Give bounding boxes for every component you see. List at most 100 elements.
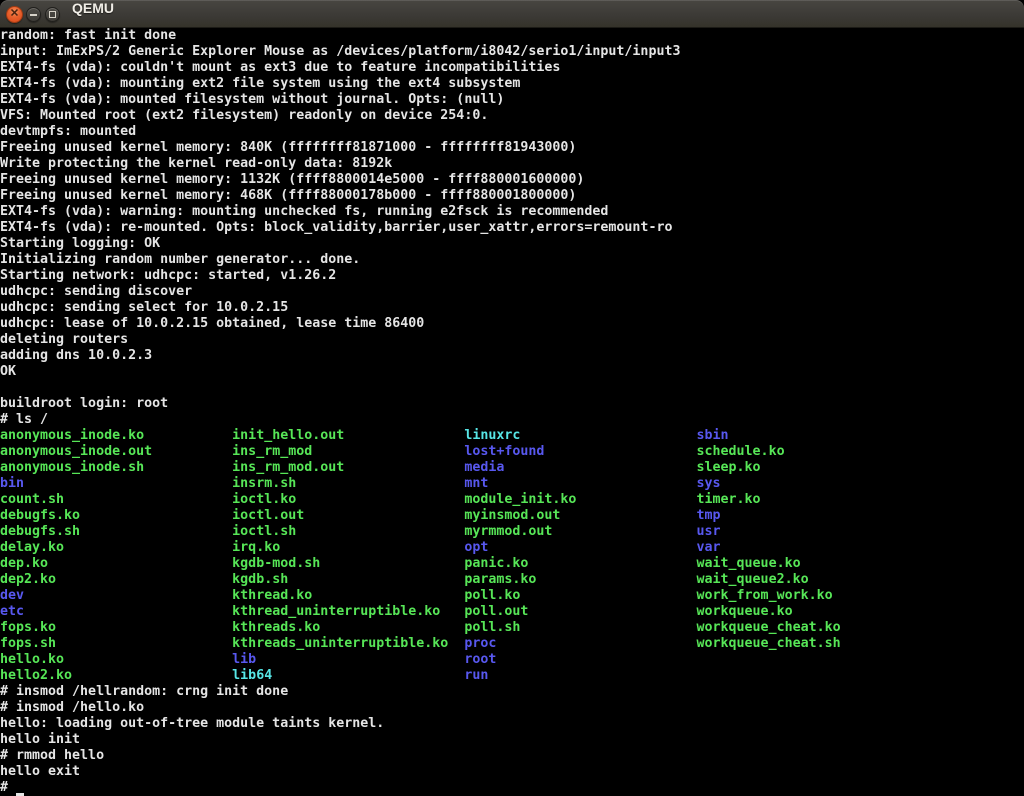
terminal-line: anonymous_inode.ko init_hello.out linuxr… xyxy=(0,428,1024,444)
terminal-text: Freeing unused kernel memory: 468K (ffff… xyxy=(0,188,576,203)
terminal-line: adding dns 10.0.2.3 xyxy=(0,348,1024,364)
file-entry: kthread_uninterruptible.ko xyxy=(232,604,464,619)
terminal-line: Freeing unused kernel memory: 840K (ffff… xyxy=(0,140,1024,156)
file-entry: params.ko xyxy=(464,572,696,587)
file-entry: fops.sh xyxy=(0,636,232,651)
file-entry: module_init.ko xyxy=(464,492,696,507)
terminal-line: fops.sh kthreads_uninterruptible.ko proc… xyxy=(0,636,1024,652)
terminal-line: debugfs.ko ioctl.out myinsmod.out tmp xyxy=(0,508,1024,524)
terminal-text: hello exit xyxy=(0,764,80,779)
terminal-line: Starting network: udhcpc: started, v1.26… xyxy=(0,268,1024,284)
file-entry: lib64 xyxy=(232,668,464,683)
terminal-text: # ls / xyxy=(0,412,48,427)
terminal-cursor xyxy=(16,781,24,796)
terminal-text: udhcpc: sending discover xyxy=(0,284,192,299)
window-title: QEMU xyxy=(72,0,114,28)
file-entry: poll.ko xyxy=(464,588,696,603)
file-entry: schedule.ko xyxy=(697,444,785,459)
file-entry: workqueue_cheat.sh xyxy=(697,636,841,651)
file-entry: debugfs.ko xyxy=(0,508,232,523)
file-entry: wait_queue2.ko xyxy=(697,572,809,587)
file-entry: kthreads.ko xyxy=(232,620,464,635)
file-entry: run xyxy=(464,668,488,683)
window-titlebar[interactable]: ✕ QEMU xyxy=(0,0,1024,28)
terminal-line: EXT4-fs (vda): couldn't mount as ext3 du… xyxy=(0,60,1024,76)
terminal-text: Starting logging: OK xyxy=(0,236,160,251)
file-entry: media xyxy=(464,460,696,475)
file-entry: ins_rm_mod xyxy=(232,444,464,459)
close-button[interactable]: ✕ xyxy=(6,6,23,23)
file-entry: root xyxy=(464,652,496,667)
qemu-window: ✕ QEMU random: fast init doneinput: ImEx… xyxy=(0,0,1024,796)
terminal-line: deleting routers xyxy=(0,332,1024,348)
minimize-button[interactable] xyxy=(26,7,41,22)
terminal-text: Freeing unused kernel memory: 1132K (fff… xyxy=(0,172,584,187)
terminal-line: hello init xyxy=(0,732,1024,748)
terminal-text: devtmpfs: mounted xyxy=(0,124,136,139)
terminal-text: VFS: Mounted root (ext2 filesystem) read… xyxy=(0,108,488,123)
terminal-text: EXT4-fs (vda): couldn't mount as ext3 du… xyxy=(0,60,560,75)
terminal-line: # rmmod hello xyxy=(0,748,1024,764)
file-entry: sbin xyxy=(697,428,729,443)
terminal-line: OK xyxy=(0,364,1024,380)
file-entry: work_from_work.ko xyxy=(697,588,833,603)
terminal-text: # xyxy=(0,780,16,795)
close-icon: ✕ xyxy=(10,9,19,20)
file-entry: poll.sh xyxy=(464,620,696,635)
file-entry: sleep.ko xyxy=(697,460,761,475)
file-entry: dep.ko xyxy=(0,556,232,571)
maximize-button[interactable] xyxy=(45,7,60,22)
terminal-line: # xyxy=(0,780,1024,796)
file-entry: init_hello.out xyxy=(232,428,464,443)
terminal-text: # rmmod hello xyxy=(0,748,104,763)
terminal-line: etc kthread_uninterruptible.ko poll.out … xyxy=(0,604,1024,620)
terminal-line: EXT4-fs (vda): warning: mounting uncheck… xyxy=(0,204,1024,220)
maximize-icon xyxy=(49,11,56,18)
file-entry: ioctl.out xyxy=(232,508,464,523)
terminal-text: hello init xyxy=(0,732,80,747)
terminal-text: EXT4-fs (vda): mounted filesystem withou… xyxy=(0,92,504,107)
file-entry: insrm.sh xyxy=(232,476,464,491)
file-entry: bin xyxy=(0,476,232,491)
file-entry: linuxrc xyxy=(464,428,696,443)
terminal-text: deleting routers xyxy=(0,332,128,347)
file-entry: proc xyxy=(464,636,696,651)
terminal-screen[interactable]: random: fast init doneinput: ImExPS/2 Ge… xyxy=(0,28,1024,796)
terminal-text: OK xyxy=(0,364,16,379)
terminal-line: Starting logging: OK xyxy=(0,236,1024,252)
file-entry: opt xyxy=(464,540,696,555)
terminal-line: EXT4-fs (vda): mounted filesystem withou… xyxy=(0,92,1024,108)
terminal-line: input: ImExPS/2 Generic Explorer Mouse a… xyxy=(0,44,1024,60)
terminal-line: # insmod /hellrandom: crng init done xyxy=(0,684,1024,700)
file-entry: debugfs.sh xyxy=(0,524,232,539)
terminal-line: hello2.ko lib64 run xyxy=(0,668,1024,684)
file-entry: delay.ko xyxy=(0,540,232,555)
terminal-line: hello: loading out-of-tree module taints… xyxy=(0,716,1024,732)
minimize-icon xyxy=(30,14,37,16)
terminal-line: Freeing unused kernel memory: 1132K (fff… xyxy=(0,172,1024,188)
terminal-line: hello.ko lib root xyxy=(0,652,1024,668)
file-entry: lib xyxy=(232,652,464,667)
terminal-line: udhcpc: sending select for 10.0.2.15 xyxy=(0,300,1024,316)
file-entry: kgdb-mod.sh xyxy=(232,556,464,571)
terminal-text: Write protecting the kernel read-only da… xyxy=(0,156,392,171)
terminal-line: VFS: Mounted root (ext2 filesystem) read… xyxy=(0,108,1024,124)
terminal-line: dep2.ko kgdb.sh params.ko wait_queue2.ko xyxy=(0,572,1024,588)
file-entry: kthreads_uninterruptible.ko xyxy=(232,636,464,651)
terminal-text: hello: loading out-of-tree module taints… xyxy=(0,716,384,731)
terminal-line: count.sh ioctl.ko module_init.ko timer.k… xyxy=(0,492,1024,508)
terminal-text: buildroot login: root xyxy=(0,396,168,411)
terminal-line: Initializing random number generator... … xyxy=(0,252,1024,268)
file-entry: sys xyxy=(697,476,721,491)
terminal-text: adding dns 10.0.2.3 xyxy=(0,348,152,363)
terminal-line: udhcpc: lease of 10.0.2.15 obtained, lea… xyxy=(0,316,1024,332)
terminal-text: Starting network: udhcpc: started, v1.26… xyxy=(0,268,336,283)
file-entry: poll.out xyxy=(464,604,696,619)
file-entry: var xyxy=(697,540,721,555)
terminal-text: random: fast init done xyxy=(0,28,176,43)
file-entry: etc xyxy=(0,604,232,619)
terminal-line: buildroot login: root xyxy=(0,396,1024,412)
terminal-line: hello exit xyxy=(0,764,1024,780)
terminal-line: fops.ko kthreads.ko poll.sh workqueue_ch… xyxy=(0,620,1024,636)
file-entry: ins_rm_mod.out xyxy=(232,460,464,475)
